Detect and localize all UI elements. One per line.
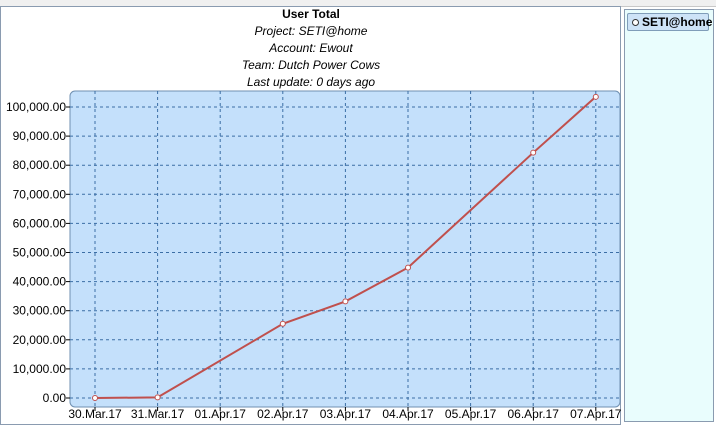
legend-panel: SETI@home bbox=[624, 9, 714, 422]
y-tick-label: 90,000.00 bbox=[13, 129, 67, 143]
data-point bbox=[530, 149, 537, 156]
data-point bbox=[342, 298, 349, 305]
y-tick-label: 80,000.00 bbox=[13, 158, 67, 172]
y-tick-label: 100,000.00 bbox=[6, 100, 66, 114]
x-axis-ticks: 30.Mar.17 31.Mar.17 01.Apr.17 02.Apr.17 03.A… bbox=[68, 407, 622, 421]
legend-item-seti[interactable]: SETI@home bbox=[627, 13, 713, 31]
y-tick-label: 0.00 bbox=[43, 391, 67, 405]
y-axis-ticks: 0.00 10,000.00 20,000.00 30,000.00 40,000.00… bbox=[6, 100, 70, 405]
chart-subtitle-update: Last update: 0 days ago bbox=[247, 75, 375, 89]
y-tick-label: 20,000.00 bbox=[13, 333, 67, 347]
data-point bbox=[592, 93, 599, 100]
x-tick-label: 05.Apr.17 bbox=[445, 407, 497, 421]
y-tick-label: 10,000.00 bbox=[13, 362, 67, 376]
y-tick-label: 40,000.00 bbox=[13, 275, 67, 289]
legend-item-label: SETI@home bbox=[642, 15, 713, 29]
y-tick-label: 70,000.00 bbox=[13, 187, 67, 201]
y-tick-label: 60,000.00 bbox=[13, 216, 67, 230]
chart-svg: User Total Project: SETI@home Account: E… bbox=[6, 7, 622, 421]
x-tick-label: 03.Apr.17 bbox=[320, 407, 372, 421]
chart-subtitle-project: Project: SETI@home bbox=[255, 24, 368, 38]
data-point bbox=[405, 264, 411, 271]
data-point bbox=[154, 394, 161, 401]
y-tick-label: 50,000.00 bbox=[13, 246, 67, 260]
x-tick-label: 07.Apr.17 bbox=[570, 407, 622, 421]
x-tick-label: 04.Apr.17 bbox=[382, 407, 434, 421]
x-tick-label: 31.Mar.17 bbox=[131, 407, 185, 421]
x-tick-label: 30.Mar.17 bbox=[68, 407, 122, 421]
chart-title: User Total bbox=[282, 7, 340, 21]
y-tick-label: 30,000.00 bbox=[13, 304, 67, 318]
data-point bbox=[279, 320, 286, 327]
data-point bbox=[92, 395, 98, 401]
x-tick-label: 01.Apr.17 bbox=[195, 407, 247, 421]
chart-subtitle-account: Account: Ewout bbox=[268, 41, 353, 55]
legend-marker-icon bbox=[632, 18, 639, 26]
chart-subtitle-team: Team: Dutch Power Cows bbox=[242, 58, 380, 72]
x-tick-label: 02.Apr.17 bbox=[257, 407, 309, 421]
x-tick-label: 06.Apr.17 bbox=[508, 407, 560, 421]
